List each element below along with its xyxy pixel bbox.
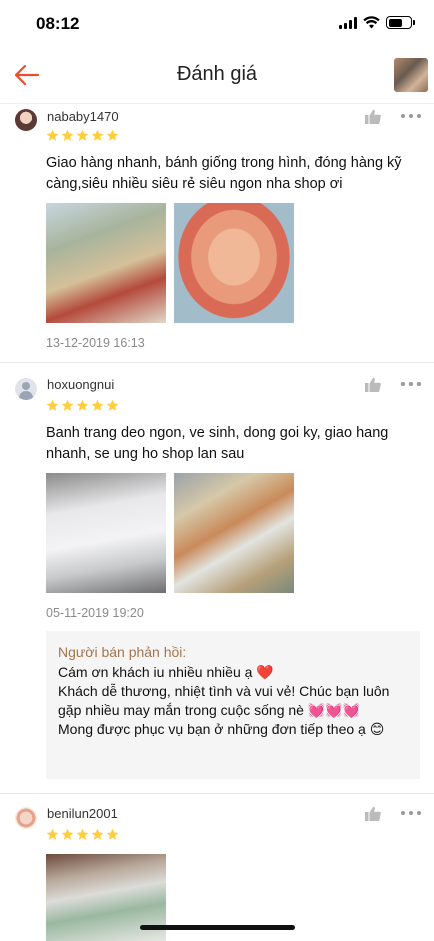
status-time: 08:12 (36, 14, 80, 33)
more-options-icon[interactable] (401, 804, 421, 822)
thumbs-up-icon[interactable] (364, 805, 382, 823)
star-rating (46, 399, 119, 412)
review-photo[interactable] (46, 473, 166, 593)
review-username: benilun2001 (47, 806, 118, 821)
status-bar: 08:12 (0, 0, 434, 46)
star-icon (106, 129, 119, 141)
star-icon (61, 129, 74, 141)
review-photo[interactable] (46, 203, 166, 323)
product-thumbnail[interactable] (394, 58, 428, 92)
star-icon (76, 399, 89, 411)
star-icon (61, 399, 74, 411)
star-icon (91, 129, 104, 141)
star-icon (106, 828, 119, 840)
review-comment: Banh trang deo ngon, ve sinh, dong goi k… (46, 425, 389, 462)
thumbs-up-icon[interactable] (364, 376, 382, 394)
star-icon (76, 828, 89, 840)
review-date: 13-12-2019 16:13 (46, 336, 145, 350)
seller-reply-title: Người bán phản hồi: (58, 644, 187, 660)
divider (0, 362, 434, 363)
star-icon (46, 828, 59, 840)
page-title: Đánh giá (176, 63, 258, 85)
more-options-icon[interactable] (401, 375, 421, 393)
review-username: hoxuongnui (47, 377, 115, 392)
battery-icon (386, 16, 415, 29)
review-username: nababy1470 (47, 109, 119, 124)
wifi-icon (363, 16, 380, 29)
star-rating (46, 828, 119, 841)
review-comment: Giao hàng nhanh, bánh giống trong hình, … (46, 155, 402, 192)
header: Đánh giá (0, 46, 434, 104)
review-photo[interactable] (174, 203, 294, 323)
star-rating (46, 129, 119, 142)
avatar[interactable] (15, 109, 37, 131)
avatar[interactable] (15, 807, 37, 829)
star-icon (76, 129, 89, 141)
star-icon (46, 399, 59, 411)
review-date: 05-11-2019 19:20 (46, 606, 144, 620)
signal-icon (339, 16, 357, 29)
home-indicator (140, 925, 295, 930)
star-icon (46, 129, 59, 141)
seller-reply: Người bán phản hồi: Cám ơn khách iu nhiề… (46, 631, 420, 779)
star-icon (91, 399, 104, 411)
review-photo[interactable] (174, 473, 294, 593)
divider (0, 793, 434, 794)
star-icon (61, 828, 74, 840)
star-icon (106, 399, 119, 411)
seller-reply-text: Cám ơn khách iu nhiều nhiều ạ ❤️ Khách d… (58, 664, 390, 737)
avatar[interactable] (15, 378, 37, 400)
star-icon (91, 828, 104, 840)
status-icons (339, 16, 415, 29)
thumbs-up-icon[interactable] (364, 108, 382, 126)
more-options-icon[interactable] (401, 107, 421, 125)
